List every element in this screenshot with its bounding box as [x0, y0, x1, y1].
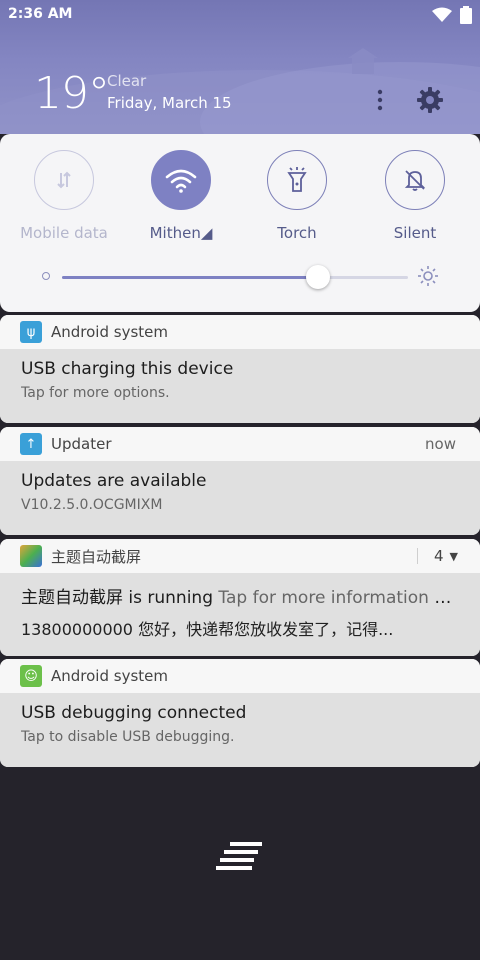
notification-text: Tap for more options. — [21, 385, 170, 401]
clear-all-icon[interactable] — [216, 842, 264, 870]
toggle-silent[interactable]: Silent — [365, 150, 465, 242]
notification-body: USB debugging connected Tap to disable U… — [0, 693, 480, 767]
notification-text: 13800000000 您好，快递帮您放收发室了，记得... — [21, 620, 394, 639]
notification-body: 主题自动截屏 is running Tap for more informati… — [0, 573, 480, 656]
wifi-icon — [165, 169, 197, 193]
notification-header: ↑ Updater now — [0, 427, 480, 461]
notification-time: now — [425, 435, 456, 453]
notification-count[interactable]: 4 ▼ — [416, 547, 458, 565]
count-number: 4 — [433, 547, 444, 565]
quick-settings-panel: Mobile data Mithen◢ Torch Silent — [0, 134, 480, 312]
notification-header: 主题自动截屏 4 ▼ — [0, 539, 480, 573]
app-name: Android system — [51, 667, 168, 685]
app-name: Updater — [51, 435, 112, 453]
app-name: 主题自动截屏 — [51, 547, 142, 566]
toggle-wifi[interactable]: Mithen◢ — [131, 150, 231, 242]
wifi-icon — [432, 7, 452, 22]
notification-card[interactable]: ☺ Android system USB debugging connected… — [0, 659, 480, 767]
temperature: 19° — [34, 68, 110, 119]
more-options-icon[interactable] — [372, 88, 388, 112]
divider — [416, 548, 418, 564]
notification-title: USB charging this device — [21, 359, 234, 379]
chevron-down-icon: ▼ — [449, 549, 458, 563]
brightness-thumb[interactable] — [306, 265, 331, 289]
notification-body: USB charging this device Tap for more op… — [0, 349, 480, 423]
notification-card[interactable]: ψ Android system USB charging this devic… — [0, 315, 480, 423]
toggle-circle[interactable] — [385, 150, 445, 210]
brightness-fill — [62, 276, 319, 279]
toggle-circle[interactable] — [267, 150, 327, 210]
notification-card[interactable]: ↑ Updater now Updates are available V10.… — [0, 427, 480, 535]
brightness-high-icon — [418, 266, 438, 286]
status-time: 2:36 AM — [8, 6, 73, 22]
toggle-label: Mithen◢ — [149, 224, 213, 242]
toggle-circle[interactable] — [34, 150, 94, 210]
usb-icon: ψ — [20, 321, 42, 343]
app-name: Android system — [51, 323, 168, 341]
status-icons — [432, 6, 472, 24]
notification-header: 2:36 AM 19° Clear Friday, March 15 — [0, 0, 480, 134]
notification-text: Tap to disable USB debugging. — [21, 729, 235, 745]
title-extra: Tap for more information o... — [218, 588, 459, 608]
notification-title: USB debugging connected — [21, 703, 247, 723]
mobile-data-icon — [57, 171, 71, 189]
notification-text: V10.2.5.0.OCGMIXM — [21, 497, 163, 513]
arrow-up-icon: ↑ — [20, 433, 42, 455]
torch-icon — [287, 167, 307, 192]
gear-icon[interactable] — [416, 86, 444, 114]
toggle-label: Mobile data — [20, 224, 108, 242]
notification-card[interactable]: 主题自动截屏 4 ▼ 主题自动截屏 is running Tap for mor… — [0, 539, 480, 656]
weather-condition: Clear — [107, 72, 147, 90]
toggle-torch[interactable]: Torch — [247, 150, 347, 242]
toggle-label: Torch — [277, 224, 317, 242]
house-decoration — [348, 48, 378, 74]
toggle-mobile-data[interactable]: Mobile data — [14, 150, 114, 242]
brightness-slider[interactable] — [62, 265, 408, 289]
notification-title: 主题自动截屏 is running Tap for more informati… — [21, 583, 459, 608]
toggle-circle[interactable] — [151, 150, 211, 210]
notification-header: ☺ Android system — [0, 659, 480, 693]
date-label: Friday, March 15 — [107, 94, 232, 112]
notification-title: Updates are available — [21, 471, 207, 491]
brightness-low-icon — [42, 272, 50, 280]
bell-icon — [404, 170, 426, 191]
toggle-label: Silent — [393, 224, 437, 242]
title-main: 主题自动截屏 is running — [21, 588, 213, 608]
android-icon: ☺ — [20, 665, 42, 687]
app-icon — [20, 545, 42, 567]
weather-info: Clear Friday, March 15 — [107, 72, 232, 112]
notification-header: ψ Android system — [0, 315, 480, 349]
notification-body: Updates are available V10.2.5.0.OCGMIXM — [0, 461, 480, 535]
battery-icon — [460, 6, 472, 24]
